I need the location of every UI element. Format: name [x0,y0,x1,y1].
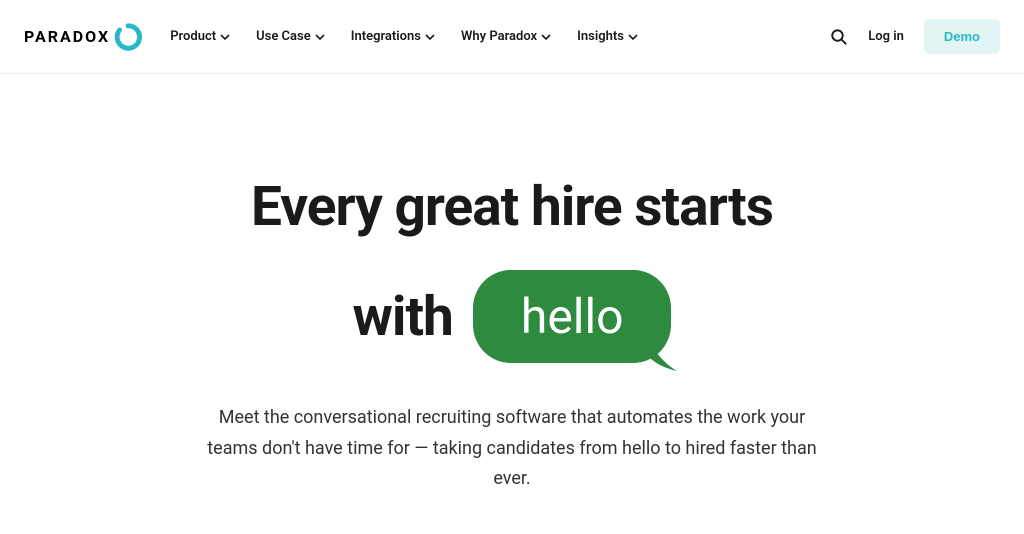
chevron-down-icon [425,32,435,42]
chat-bubble-text: hello [521,288,624,345]
header: PARADOX Product Use Case Integrations Wh… [0,0,1024,74]
header-right: Log in Demo [830,19,1000,54]
search-icon[interactable] [830,28,848,46]
main-nav: Product Use Case Integrations Why Parado… [170,29,830,44]
logo-circle-icon [114,23,142,51]
chat-bubble: hello [473,270,672,363]
demo-button[interactable]: Demo [924,19,1000,54]
hero-title-prefix: with [353,285,453,349]
nav-label: Why Paradox [461,29,537,44]
nav-label: Use Case [256,29,311,44]
nav-label: Product [170,29,216,44]
nav-label: Insights [577,29,624,44]
nav-label: Integrations [351,29,421,44]
chat-bubble-tail-icon [649,343,679,373]
login-link[interactable]: Log in [868,29,904,44]
nav-item-use-case[interactable]: Use Case [256,29,325,44]
chevron-down-icon [220,32,230,42]
hero-title-line2: with hello [40,270,984,363]
chevron-down-icon [628,32,638,42]
hero-subtitle: Meet the conversational recruiting softw… [202,403,822,495]
hero-section: Every great hire starts with hello Meet … [0,74,1024,495]
nav-item-integrations[interactable]: Integrations [351,29,435,44]
logo-text: PARADOX [24,27,110,46]
logo[interactable]: PARADOX [24,23,142,51]
chevron-down-icon [315,32,325,42]
chevron-down-icon [541,32,551,42]
nav-item-insights[interactable]: Insights [577,29,638,44]
nav-item-why-paradox[interactable]: Why Paradox [461,29,551,44]
nav-item-product[interactable]: Product [170,29,230,44]
hero-title-line1: Every great hire starts [40,174,984,240]
